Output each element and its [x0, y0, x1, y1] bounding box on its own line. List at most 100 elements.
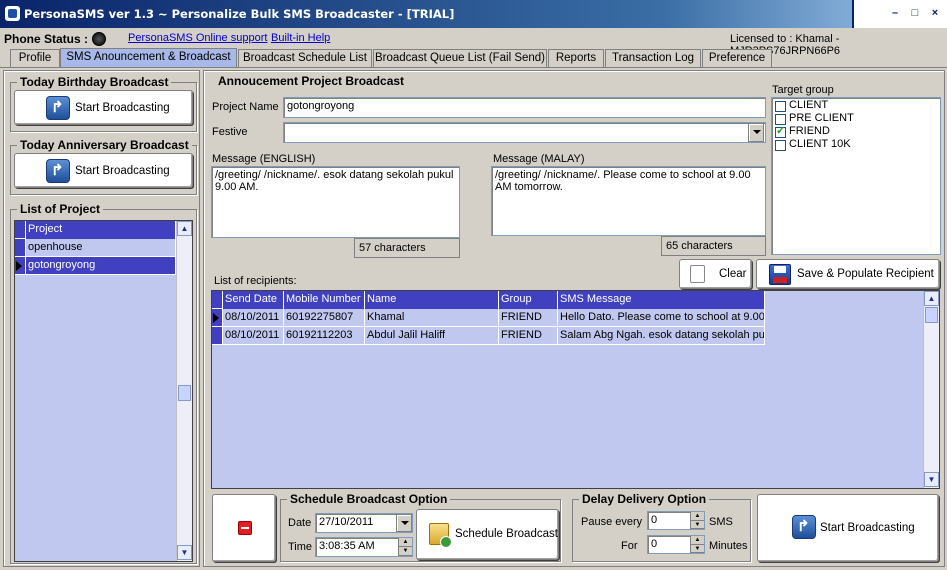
save-populate-button[interactable]: Save & Populate Recipient [756, 259, 940, 289]
recipients-label: List of recipients: [214, 275, 297, 287]
tab-preference[interactable]: Preference [702, 49, 772, 68]
table-cell[interactable]: 08/10/2011 [223, 309, 284, 327]
row-selector [212, 327, 223, 345]
start-broadcasting-label: Start Broadcasting [820, 522, 915, 534]
close-button[interactable]: × [927, 6, 943, 20]
checkbox-friend[interactable]: ✓ [775, 125, 786, 138]
left-panel: Today Birthday Broadcast Start Broadcast… [3, 70, 200, 567]
table-cell[interactable]: Khamal [365, 309, 499, 327]
maximize-button[interactable]: □ [907, 6, 923, 20]
projects-title: List of Project [17, 202, 104, 216]
tab-reports[interactable]: Reports [548, 49, 604, 68]
start-broadcasting-button[interactable]: Start Broadcasting [757, 494, 939, 562]
tab-broadcast-queue[interactable]: Broadcast Queue List (Fail Send) [373, 49, 547, 68]
table-cell[interactable]: Salam Abg Ngah. esok datang sekolah puk [558, 327, 765, 345]
birthday-title: Today Birthday Broadcast [17, 75, 172, 89]
project-name-field[interactable]: gotongroyong [283, 97, 766, 118]
project-scrollbar[interactable]: ▲ ▼ [176, 221, 192, 561]
clear-icon [690, 265, 705, 283]
scroll-down-icon[interactable]: ▼ [177, 545, 192, 560]
pause-label: Pause every [581, 516, 643, 528]
time-spinner[interactable]: ▲ ▼ [398, 538, 412, 556]
scroll-thumb[interactable] [925, 307, 938, 323]
scroll-thumb[interactable] [178, 385, 191, 401]
tab-profile[interactable]: Profile [10, 49, 60, 68]
scroll-down-icon[interactable]: ▼ [924, 472, 939, 487]
tab-sms-announcement[interactable]: SMS Anouncement & Broadcast [60, 48, 237, 68]
anniversary-start-button[interactable]: Start Broadcasting [14, 153, 193, 188]
anniversary-title: Today Anniversary Broadcast [17, 138, 192, 152]
tab-broadcast-schedule[interactable]: Broadcast Schedule List [238, 49, 372, 68]
project-column-header[interactable]: Project [26, 221, 176, 239]
table-cell[interactable]: Hello Dato. Please come to school at 9.0… [558, 309, 765, 327]
table-cell[interactable]: 60192112203 [284, 327, 365, 345]
online-support-link[interactable]: PersonaSMS Online support [128, 32, 267, 44]
msg-my-label: Message (MALAY) [493, 153, 585, 165]
col-group[interactable]: Group [499, 291, 558, 309]
date-label: Date [288, 517, 312, 529]
col-mobile-number[interactable]: Mobile Number [284, 291, 365, 309]
chevron-down-icon[interactable] [748, 123, 764, 142]
table-cell[interactable]: FRIEND [499, 327, 558, 345]
birthday-start-button[interactable]: Start Broadcasting [14, 90, 193, 125]
recipients-grid[interactable]: Send Date Mobile Number Name Group SMS M… [211, 290, 940, 489]
schedule-group: Schedule Broadcast Option Date 27/10/201… [280, 492, 561, 562]
save-icon [769, 264, 791, 285]
current-row-icon [16, 261, 22, 271]
target-pre-client-label: PRE CLIENT [789, 112, 854, 124]
target-friend-label: FRIEND [789, 125, 830, 137]
msg-en-count: 57 characters [354, 238, 460, 258]
current-row-icon [213, 313, 219, 323]
pause-unit: SMS [709, 516, 733, 528]
row-selector [15, 257, 26, 275]
festive-select[interactable] [283, 122, 766, 143]
help-link[interactable]: Built-in Help [271, 32, 330, 44]
row-selector [212, 291, 223, 309]
col-name[interactable]: Name [365, 291, 499, 309]
checkbox-client-10k[interactable] [775, 140, 786, 151]
table-cell[interactable]: FRIEND [499, 309, 558, 327]
col-send-date[interactable]: Send Date [223, 291, 284, 309]
table-cell[interactable]: 60192275807 [284, 309, 365, 327]
pause-spinner[interactable]: ▲ ▼ [690, 512, 704, 529]
app-icon [5, 6, 20, 21]
table-cell[interactable]: 08/10/2011 [223, 327, 284, 345]
list-item[interactable]: gotongroyong [26, 257, 176, 275]
for-spinner[interactable]: ▲ ▼ [690, 536, 704, 553]
save-populate-label: Save & Populate Recipient [797, 268, 934, 280]
row-selector [15, 221, 26, 239]
birthday-group: Today Birthday Broadcast Start Broadcast… [10, 75, 197, 132]
stop-icon [238, 521, 252, 535]
clear-label: Clear [719, 268, 747, 280]
list-item[interactable]: openhouse [26, 239, 176, 257]
phone-status-icon [92, 32, 106, 46]
target-group-list[interactable]: CLIENT PRE CLIENT ✓ FRIEND CLIENT 10K [771, 97, 941, 255]
clear-button[interactable]: Clear [679, 259, 752, 289]
msg-en-textarea[interactable]: /greeting/ /nickname/. esok datang sekol… [211, 166, 460, 238]
title-bar: PersonaSMS ver 1.3 ~ Personalize Bulk SM… [0, 0, 947, 28]
schedule-broadcast-button[interactable]: Schedule Broadcast [416, 509, 559, 560]
broadcast-icon [46, 96, 70, 120]
col-sms-message[interactable]: SMS Message [558, 291, 765, 309]
target-client-10k-label: CLIENT 10K [789, 138, 851, 150]
minimize-button[interactable]: – [887, 6, 903, 20]
window-title: PersonaSMS ver 1.3 ~ Personalize Bulk SM… [24, 7, 455, 21]
target-group-label: Target group [772, 84, 834, 96]
stop-button[interactable] [212, 494, 276, 562]
target-client-label: CLIENT [789, 99, 829, 111]
checkbox-client[interactable] [775, 101, 786, 112]
tab-transaction-log[interactable]: Transaction Log [605, 49, 701, 68]
msg-my-textarea[interactable]: /greeting/ /nickname/. Please come to sc… [491, 166, 766, 236]
recipients-scrollbar[interactable]: ▲ ▼ [923, 291, 939, 488]
calendar-dropdown-icon[interactable] [396, 514, 412, 532]
tab-bar: Profile SMS Anouncement & Broadcast Broa… [0, 48, 947, 68]
table-cell[interactable]: Abdul Jalil Haliff [365, 327, 499, 345]
scroll-up-icon[interactable]: ▲ [924, 291, 939, 306]
check-icon: ✓ [776, 125, 786, 137]
scroll-up-icon[interactable]: ▲ [177, 221, 192, 236]
delay-group: Delay Delivery Option Pause every 0 ▲ ▼ S… [572, 492, 751, 562]
info-bar: Phone Status : PersonaSMS Online support… [0, 29, 947, 57]
main-panel: Annoucement Project Broadcast Project Na… [203, 70, 945, 567]
project-list[interactable]: Project openhouse gotongroyong ▲ ▼ [14, 220, 193, 562]
delay-title: Delay Delivery Option [579, 492, 710, 506]
